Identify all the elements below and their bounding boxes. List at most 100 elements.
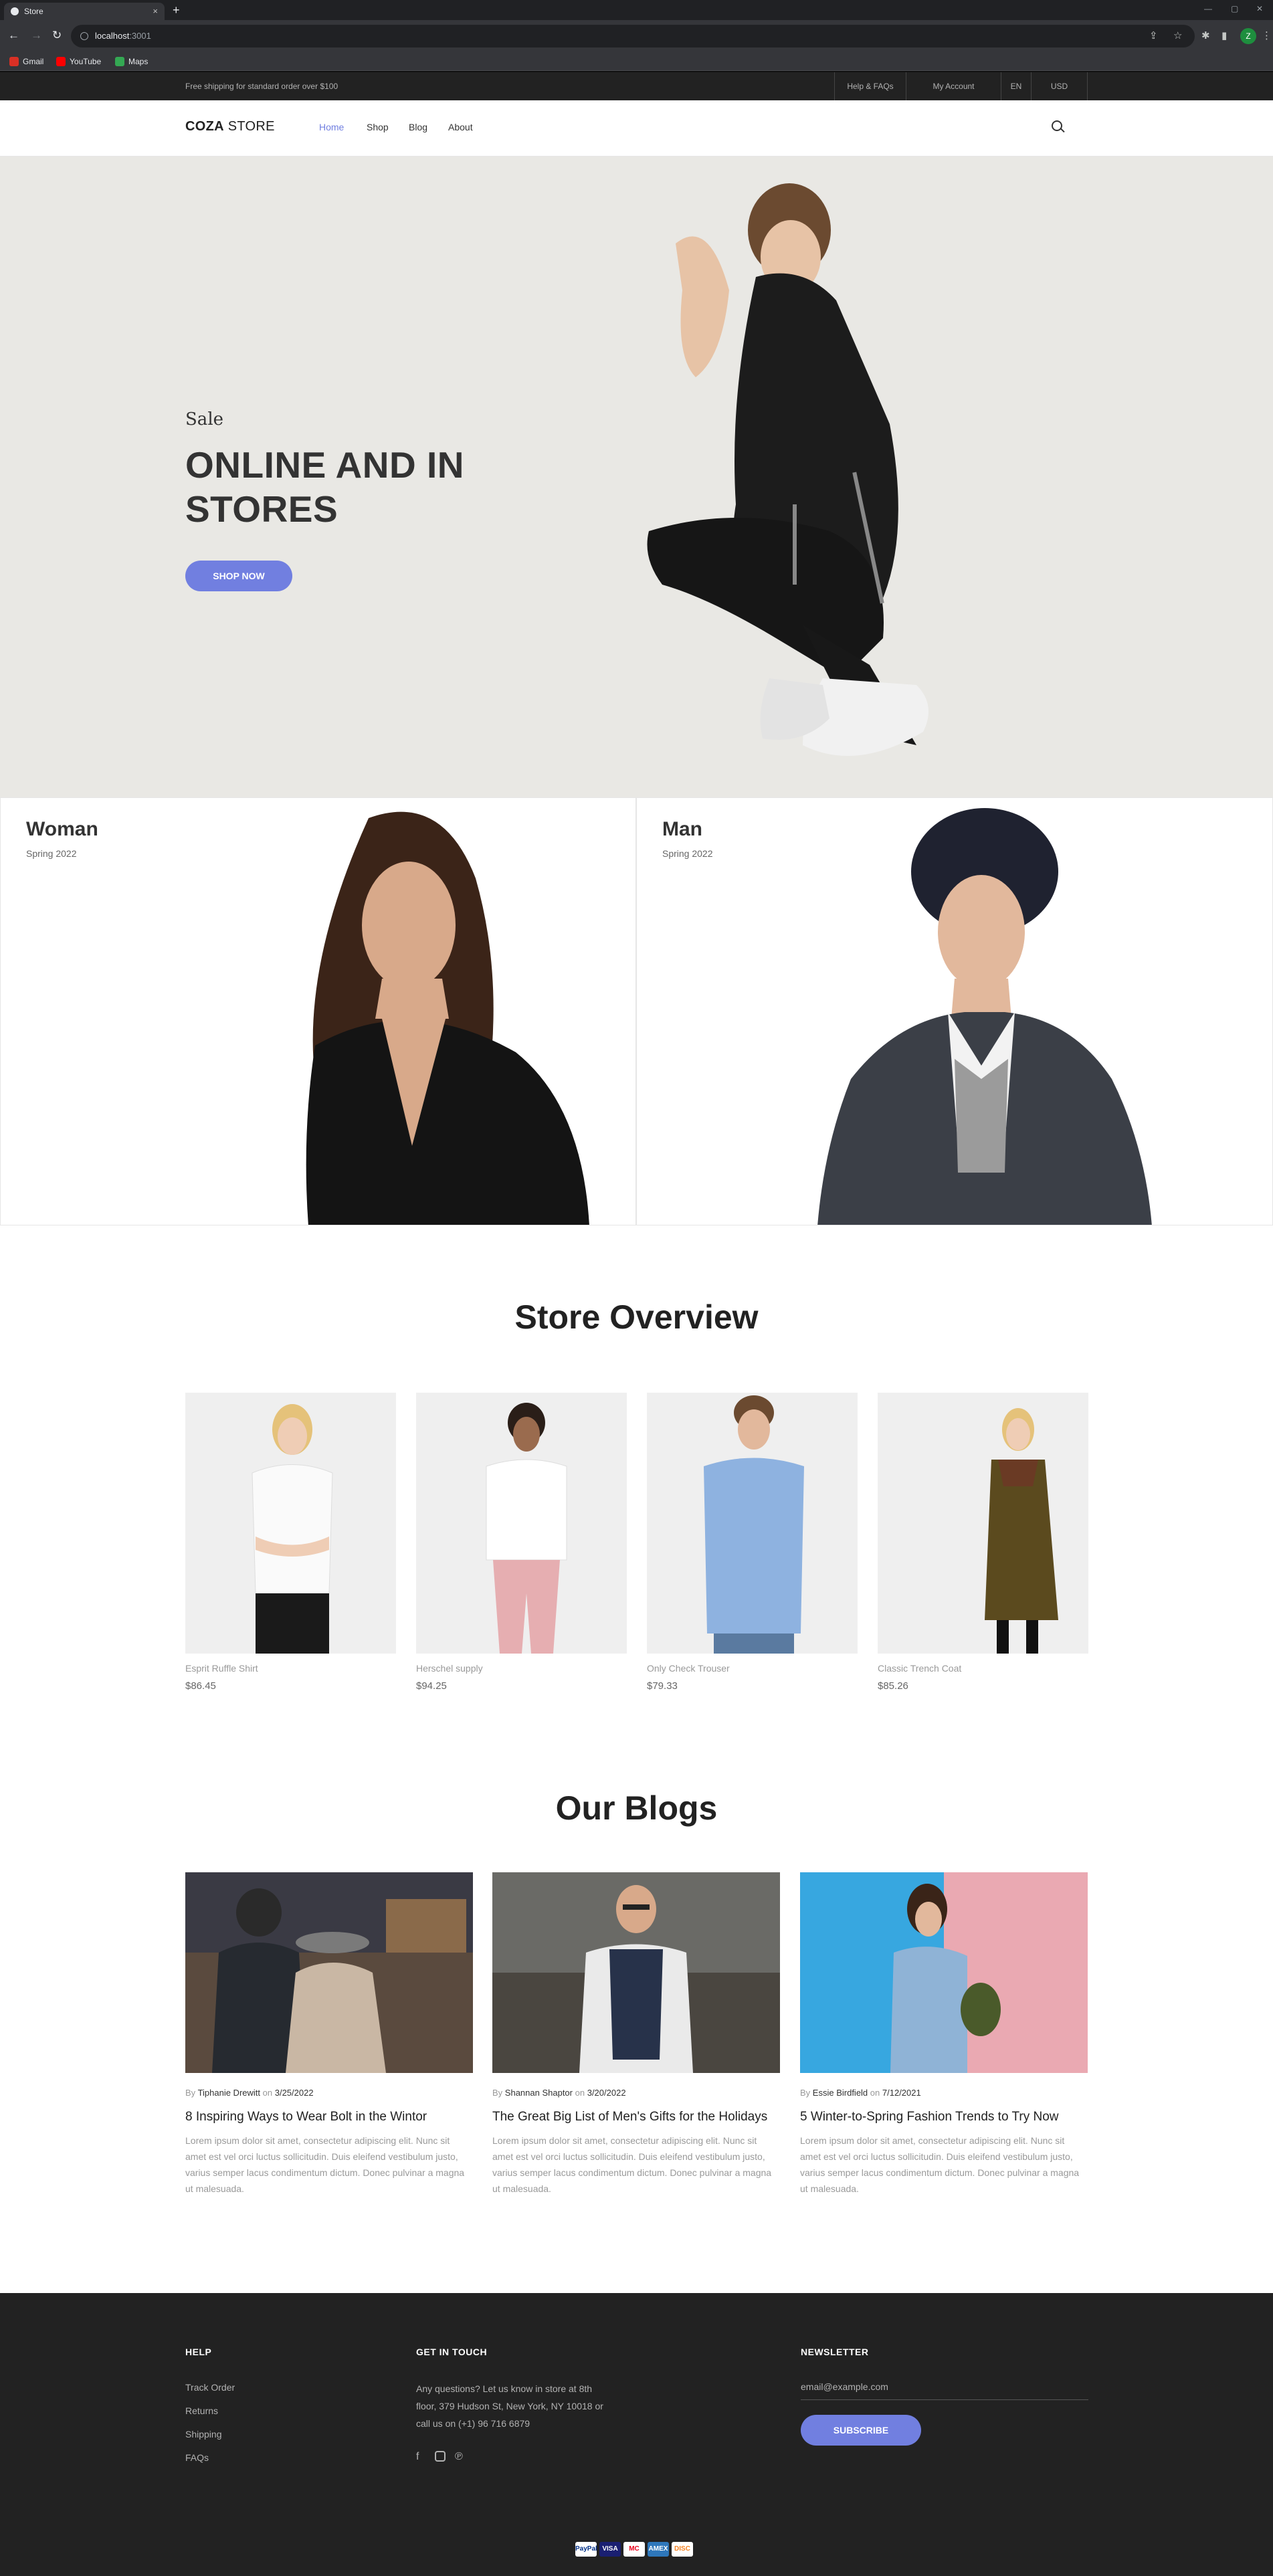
- bookmarks-bar: Gmail YouTube Maps: [0, 52, 1273, 71]
- product-image[interactable]: [647, 1393, 858, 1654]
- browser-tab[interactable]: Store ×: [4, 3, 165, 20]
- product-name[interactable]: Classic Trench Coat: [878, 1663, 1088, 1674]
- close-window-icon[interactable]: ✕: [1256, 4, 1263, 13]
- footer-link-returns[interactable]: Returns: [185, 2405, 218, 2416]
- hero-slider: Sale ONLINE AND IN STORES SHOP NOW: [0, 157, 1273, 797]
- blog-author[interactable]: Essie Birdfield: [813, 2088, 868, 2098]
- footer-link-shipping[interactable]: Shipping: [185, 2429, 222, 2440]
- payment-disc-icon: DISC: [672, 2542, 693, 2557]
- product-image[interactable]: [416, 1393, 627, 1654]
- store-logo[interactable]: COZA STORE: [185, 119, 275, 134]
- bookmark-star-icon[interactable]: ☆: [1173, 30, 1182, 42]
- by-label: By: [492, 2088, 503, 2098]
- bookmark-maps[interactable]: Maps: [115, 56, 148, 67]
- side-panel-icon[interactable]: ▮: [1221, 30, 1227, 42]
- gmail-icon: [9, 57, 19, 66]
- blog-image[interactable]: [492, 1872, 780, 2073]
- blog-date: 3/20/2022: [587, 2088, 626, 2098]
- profile-avatar[interactable]: Z: [1240, 28, 1256, 44]
- address-bar[interactable]: localhost:3001: [71, 25, 1195, 47]
- shop-now-button[interactable]: SHOP NOW: [185, 561, 292, 591]
- url-port: :3001: [129, 31, 151, 41]
- blog-author[interactable]: Tiphanie Drewitt: [198, 2088, 260, 2098]
- my-account-link[interactable]: My Account: [906, 72, 1001, 100]
- product-name[interactable]: Herschel supply: [416, 1663, 627, 1674]
- payment-amex-icon: AMEX: [648, 2542, 669, 2557]
- favicon-icon: [11, 7, 19, 15]
- bookmark-gmail[interactable]: Gmail: [9, 56, 43, 67]
- product-price: $85.26: [878, 1680, 908, 1692]
- blog-title[interactable]: The Great Big List of Men's Gifts for th…: [492, 2108, 780, 2126]
- menu-icon[interactable]: ⋮: [1262, 30, 1272, 42]
- nav-home[interactable]: Home: [319, 122, 344, 132]
- product-name[interactable]: Only Check Trouser: [647, 1663, 858, 1674]
- product-price: $79.33: [647, 1680, 678, 1692]
- product-price: $86.45: [185, 1680, 216, 1692]
- product-card[interactable]: Classic Trench Coat $85.26: [878, 1393, 1088, 1692]
- top-bar: Free shipping for standard order over $1…: [0, 72, 1273, 100]
- hero-model-image: [647, 183, 928, 756]
- extensions-icon[interactable]: ✱: [1201, 30, 1210, 42]
- product-card[interactable]: Herschel supply $94.25: [416, 1393, 627, 1692]
- maximize-icon[interactable]: ▢: [1231, 4, 1238, 13]
- newsletter-heading: NEWSLETTER: [801, 2347, 869, 2357]
- contact-text: Any questions? Let us know in store at 8…: [416, 2383, 603, 2429]
- man-banner-image: [804, 798, 1272, 1225]
- search-icon[interactable]: [1052, 120, 1062, 131]
- subscribe-button[interactable]: SUBSCRIBE: [801, 2415, 921, 2446]
- blog-excerpt: Lorem ipsum dolor sit amet, consectetur …: [492, 2135, 772, 2194]
- shipping-notice: Free shipping for standard order over $1…: [185, 82, 338, 91]
- pinterest-icon[interactable]: ℗: [455, 2451, 463, 2463]
- on-label: on: [575, 2088, 585, 2098]
- blog-title[interactable]: 8 Inspiring Ways to Wear Bolt in the Win…: [185, 2108, 473, 2126]
- footer-link-track-order[interactable]: Track Order: [185, 2382, 235, 2393]
- footer-link-faqs[interactable]: FAQs: [185, 2452, 209, 2463]
- blog-image[interactable]: [800, 1872, 1088, 2073]
- blog-title[interactable]: 5 Winter-to-Spring Fashion Trends to Try…: [800, 2108, 1088, 2126]
- banner-man-title: Man: [662, 818, 702, 840]
- hero-title: ONLINE AND IN STORES: [185, 444, 464, 530]
- bookmark-label: YouTube: [70, 57, 102, 66]
- youtube-icon: [56, 57, 66, 66]
- payment-visa-icon: VISA: [599, 2542, 621, 2557]
- close-tab-icon[interactable]: ×: [153, 3, 158, 20]
- currency-link[interactable]: USD: [1031, 72, 1088, 100]
- bookmark-youtube[interactable]: YouTube: [56, 56, 101, 67]
- new-tab-button[interactable]: +: [173, 3, 180, 17]
- banner-woman-subtitle: Spring 2022: [26, 848, 77, 859]
- minimize-icon[interactable]: —: [1204, 4, 1212, 13]
- blog-meta: By Tiphanie Drewitt on 3/25/2022: [185, 2088, 473, 2098]
- share-icon[interactable]: ⇪: [1149, 30, 1158, 42]
- blog-date: 3/25/2022: [274, 2088, 314, 2098]
- nav-blog[interactable]: Blog: [409, 122, 427, 132]
- blog-date: 7/12/2021: [882, 2088, 921, 2098]
- product-image[interactable]: [185, 1393, 396, 1654]
- nav-shop[interactable]: Shop: [367, 122, 389, 132]
- forward-icon[interactable]: →: [31, 29, 42, 42]
- url-host: localhost: [95, 31, 130, 41]
- site-info-icon[interactable]: [80, 32, 88, 40]
- blog-image[interactable]: [185, 1872, 473, 2073]
- reload-icon[interactable]: ↻: [52, 29, 62, 42]
- blog-card[interactable]: By Essie Birdfield on 7/12/2021 5 Winter…: [800, 1872, 1088, 2197]
- language-link[interactable]: EN: [1001, 72, 1031, 100]
- help-faqs-link[interactable]: Help & FAQs: [834, 72, 906, 100]
- product-name[interactable]: Esprit Ruffle Shirt: [185, 1663, 396, 1674]
- blog-meta: By Essie Birdfield on 7/12/2021: [800, 2088, 1088, 2098]
- payment-mc-icon: MC: [623, 2542, 645, 2557]
- banner-man[interactable]: Man Spring 2022: [636, 797, 1273, 1225]
- blog-card[interactable]: By Shannan Shaptor on 3/20/2022 The Grea…: [492, 1872, 780, 2197]
- newsletter-email-input[interactable]: email@example.com: [801, 2380, 1088, 2400]
- back-icon[interactable]: ←: [8, 29, 19, 42]
- instagram-icon[interactable]: [435, 2451, 446, 2462]
- banner-woman[interactable]: Woman Spring 2022: [0, 797, 636, 1225]
- product-card[interactable]: Only Check Trouser $79.33: [647, 1393, 858, 1692]
- blog-card[interactable]: By Tiphanie Drewitt on 3/25/2022 8 Inspi…: [185, 1872, 473, 2197]
- blog-author[interactable]: Shannan Shaptor: [505, 2088, 573, 2098]
- product-card[interactable]: Esprit Ruffle Shirt $86.45: [185, 1393, 396, 1692]
- nav-about[interactable]: About: [448, 122, 473, 132]
- browser-tab-strip: Store × + — ▢ ✕: [0, 0, 1273, 20]
- logo-bold: COZA: [185, 119, 224, 134]
- product-image[interactable]: [878, 1393, 1088, 1654]
- facebook-icon[interactable]: f: [416, 2451, 419, 2463]
